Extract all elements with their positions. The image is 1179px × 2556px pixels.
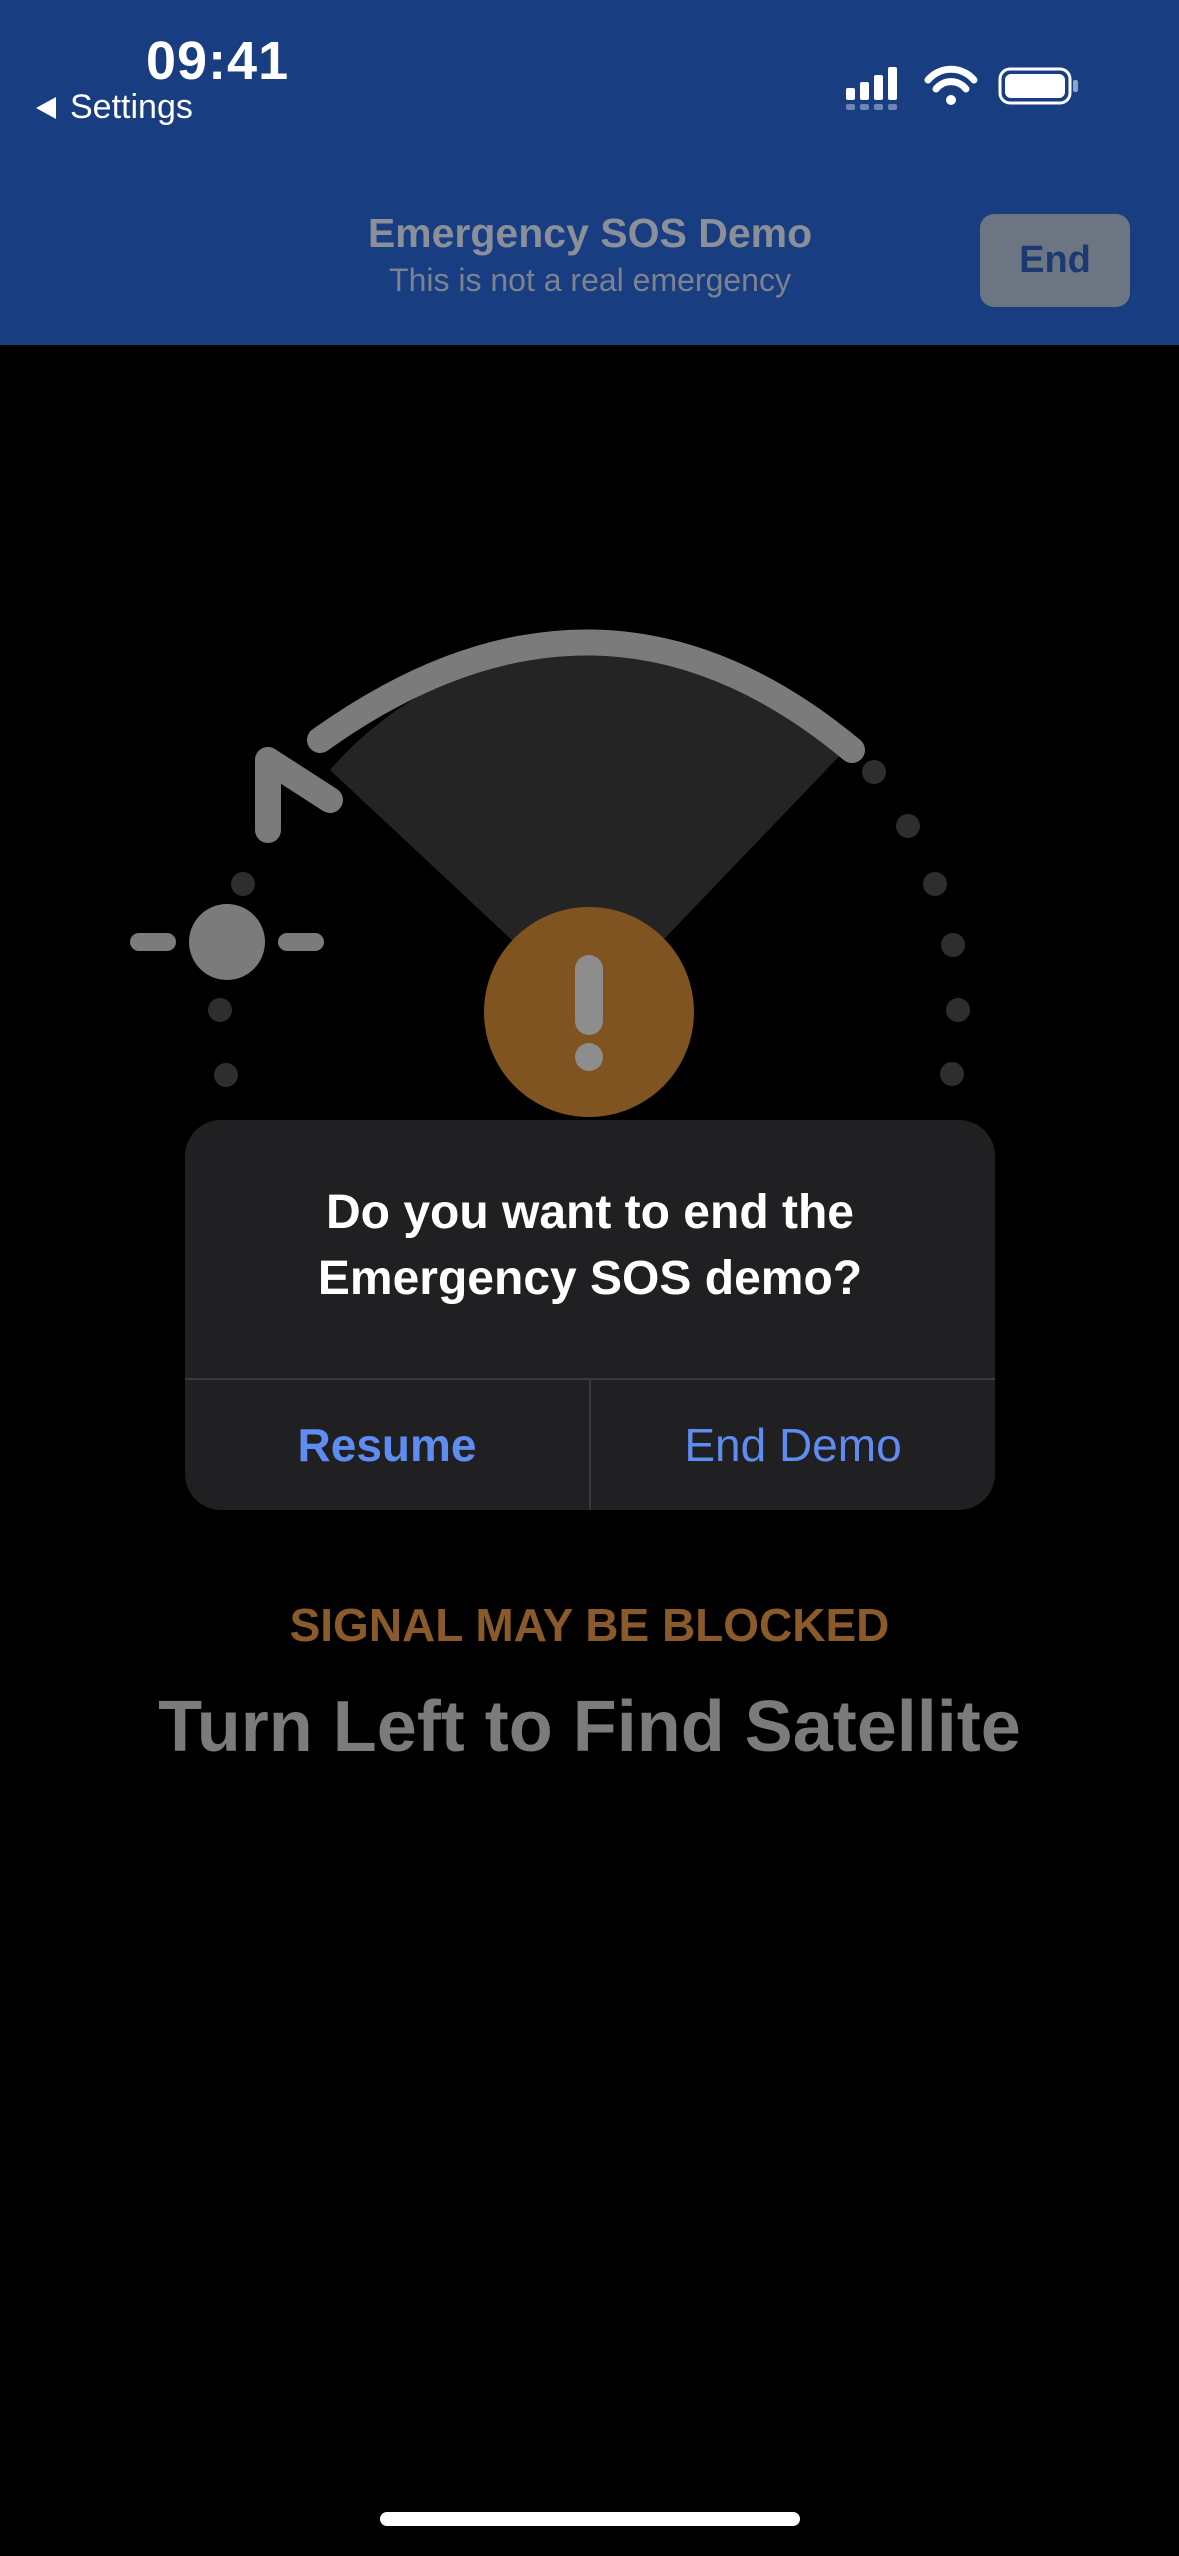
satellite-sun-icon [130,872,324,1087]
back-link-label: Settings [70,88,193,126]
status-icons [846,65,1078,110]
cellular-signal-icon [846,67,897,110]
nav-title: Emergency SOS Demo [367,210,813,256]
alert-message: Do you want to end the Emergency SOS dem… [317,1186,863,1305]
header-bar: 09:41 Settings Emergency SOS Demo This i… [0,0,1179,345]
wifi-icon [924,65,978,105]
status-time: 09:41 [146,31,290,91]
end-demo-alert: Do you want to end the Emergency SOS dem… [185,1120,995,1510]
home-indicator[interactable] [380,2512,800,2526]
back-to-settings-link[interactable]: Settings [36,88,193,127]
end-demo-button[interactable]: End Demo [591,1380,995,1510]
signal-warning: SIGNAL MAY BE BLOCKED [289,1599,890,1651]
battery-icon [998,67,1078,105]
warning-exclamation-icon [484,907,694,1117]
end-button[interactable]: End [980,214,1130,307]
resume-button[interactable]: Resume [185,1380,589,1510]
orbit-dots [862,760,970,1086]
satellite-finder-illustration [130,629,970,1117]
back-arrow-icon [36,96,56,119]
satellite-instruction: Turn Left to Find Satellite [158,1687,1021,1767]
nav-subtitle: This is not a real emergency [389,262,791,298]
